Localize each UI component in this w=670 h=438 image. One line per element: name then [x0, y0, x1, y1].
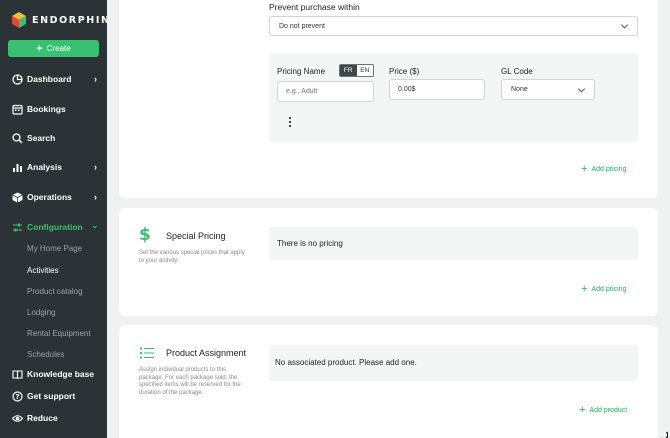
pricing-row-box: Pricing Name FR EN Price ($) 0.00$ GL Co… [269, 53, 638, 142]
product-assignment-empty-box: No associated product. Please add one. [269, 345, 638, 381]
plus-icon: + [36, 42, 43, 55]
calendar-icon [12, 104, 23, 115]
sidebar: ENDORPHINE + Create Dashboard › Bookings… [0, 0, 107, 438]
subitem-activities[interactable]: Activities [27, 266, 59, 275]
plus-icon: + [579, 404, 586, 416]
sidebar-item-configuration[interactable]: Configuration › [0, 217, 107, 237]
chart-icon [12, 162, 23, 173]
plus-icon: + [581, 163, 588, 175]
dashboard-icon [12, 73, 23, 85]
chevron-down-icon: › [90, 225, 101, 229]
gl-code-value: None [511, 86, 528, 93]
special-pricing-card: $ Special Pricing Set the various specia… [119, 208, 658, 316]
sidebar-item-knowledge-base[interactable]: Knowledge base [0, 364, 107, 384]
sidebar-item-label: Bookings [27, 104, 66, 114]
svg-text:?: ? [15, 393, 19, 401]
chevron-down-icon [577, 84, 586, 93]
sidebar-item-reduce[interactable]: Reduce [0, 408, 107, 428]
add-special-pricing-link[interactable]: + Add pricing [581, 283, 627, 295]
special-pricing-title: Special Pricing [166, 231, 226, 241]
sidebar-item-label: Search [27, 133, 56, 143]
lang-fr-button[interactable]: FR [340, 65, 357, 76]
language-toggle: FR EN [339, 64, 374, 77]
create-label: Create [46, 44, 71, 53]
endorphine-logo-icon [12, 12, 26, 28]
special-pricing-empty-text: There is no pricing [277, 239, 343, 248]
sidebar-item-label: Analysis [27, 162, 62, 172]
gl-code-label: GL Code [501, 67, 533, 76]
subitem-rental-equipment[interactable]: Rental Equipment [27, 329, 91, 338]
loading-spinner-icon [659, 426, 669, 438]
dollar-icon: $ [139, 225, 151, 245]
pricing-card: Prevent purchase within Do not prevent P… [119, 0, 658, 198]
help-icon: ? [12, 390, 23, 402]
cube-icon [12, 192, 23, 203]
prevent-purchase-select[interactable]: Do not prevent [269, 16, 638, 36]
sidebar-item-label: Knowledge base [27, 369, 95, 379]
prevent-purchase-label: Prevent purchase within [269, 2, 360, 12]
sidebar-item-dashboard[interactable]: Dashboard › [0, 69, 107, 89]
pricing-name-label: Pricing Name [277, 67, 326, 76]
chevron-right-icon: › [94, 192, 97, 202]
lang-en-button[interactable]: EN [356, 65, 373, 76]
create-button[interactable]: + Create [8, 40, 99, 57]
add-pricing-link[interactable]: + Add pricing [581, 163, 627, 175]
subitem-product-catalog[interactable]: Product catalog [27, 287, 83, 296]
add-pricing-label: Add pricing [591, 165, 627, 173]
price-label: Price ($) [389, 67, 420, 76]
sidebar-item-get-support[interactable]: ? Get support [0, 386, 107, 406]
add-pricing-label: Add pricing [591, 285, 627, 293]
product-assignment-empty-text: No associated product. Please add one. [275, 358, 417, 367]
eye-icon [12, 413, 23, 424]
brand[interactable]: ENDORPHINE [12, 12, 107, 28]
subitem-my-home-page[interactable]: My Home Page [27, 244, 82, 253]
product-assignment-card: Product Assignment Assign individual pro… [119, 325, 658, 438]
sidebar-item-label: Configuration [27, 222, 83, 232]
special-pricing-description: Set the various special prices that appl… [139, 250, 245, 264]
special-pricing-empty-box: There is no pricing [269, 227, 638, 260]
sidebar-item-bookings[interactable]: Bookings [0, 99, 107, 119]
pricing-name-input[interactable] [277, 81, 374, 102]
list-icon [140, 346, 154, 359]
chevron-right-icon: › [94, 162, 97, 172]
sidebar-item-label: Operations [27, 192, 72, 202]
chevron-right-icon: › [94, 74, 97, 84]
add-product-label: Add product [589, 406, 628, 414]
product-assignment-title: Product Assignment [166, 348, 247, 358]
chevron-down-icon [620, 21, 629, 29]
product-assignment-description: Assign individual products to this packa… [139, 367, 241, 396]
gl-code-select[interactable]: None [501, 79, 595, 100]
brand-name: ENDORPHINE [32, 14, 107, 26]
sidebar-item-analysis[interactable]: Analysis › [0, 157, 107, 177]
sidebar-item-label: Reduce [27, 413, 58, 423]
price-input[interactable]: 0.00$ [389, 79, 485, 100]
plus-icon: + [581, 283, 588, 295]
sidebar-item-search[interactable]: Search [0, 128, 107, 148]
add-product-link[interactable]: + Add product [579, 404, 628, 416]
prevent-purchase-value: Do not prevent [279, 22, 325, 30]
sidebar-item-operations[interactable]: Operations › [0, 187, 107, 207]
subitem-lodging[interactable]: Lodging [27, 308, 55, 317]
book-icon [12, 369, 23, 380]
search-icon [12, 132, 23, 144]
sliders-icon [12, 222, 23, 233]
sidebar-item-label: Get support [27, 391, 76, 401]
sidebar-item-label: Dashboard [27, 74, 72, 84]
more-vertical-icon[interactable] [288, 115, 292, 128]
